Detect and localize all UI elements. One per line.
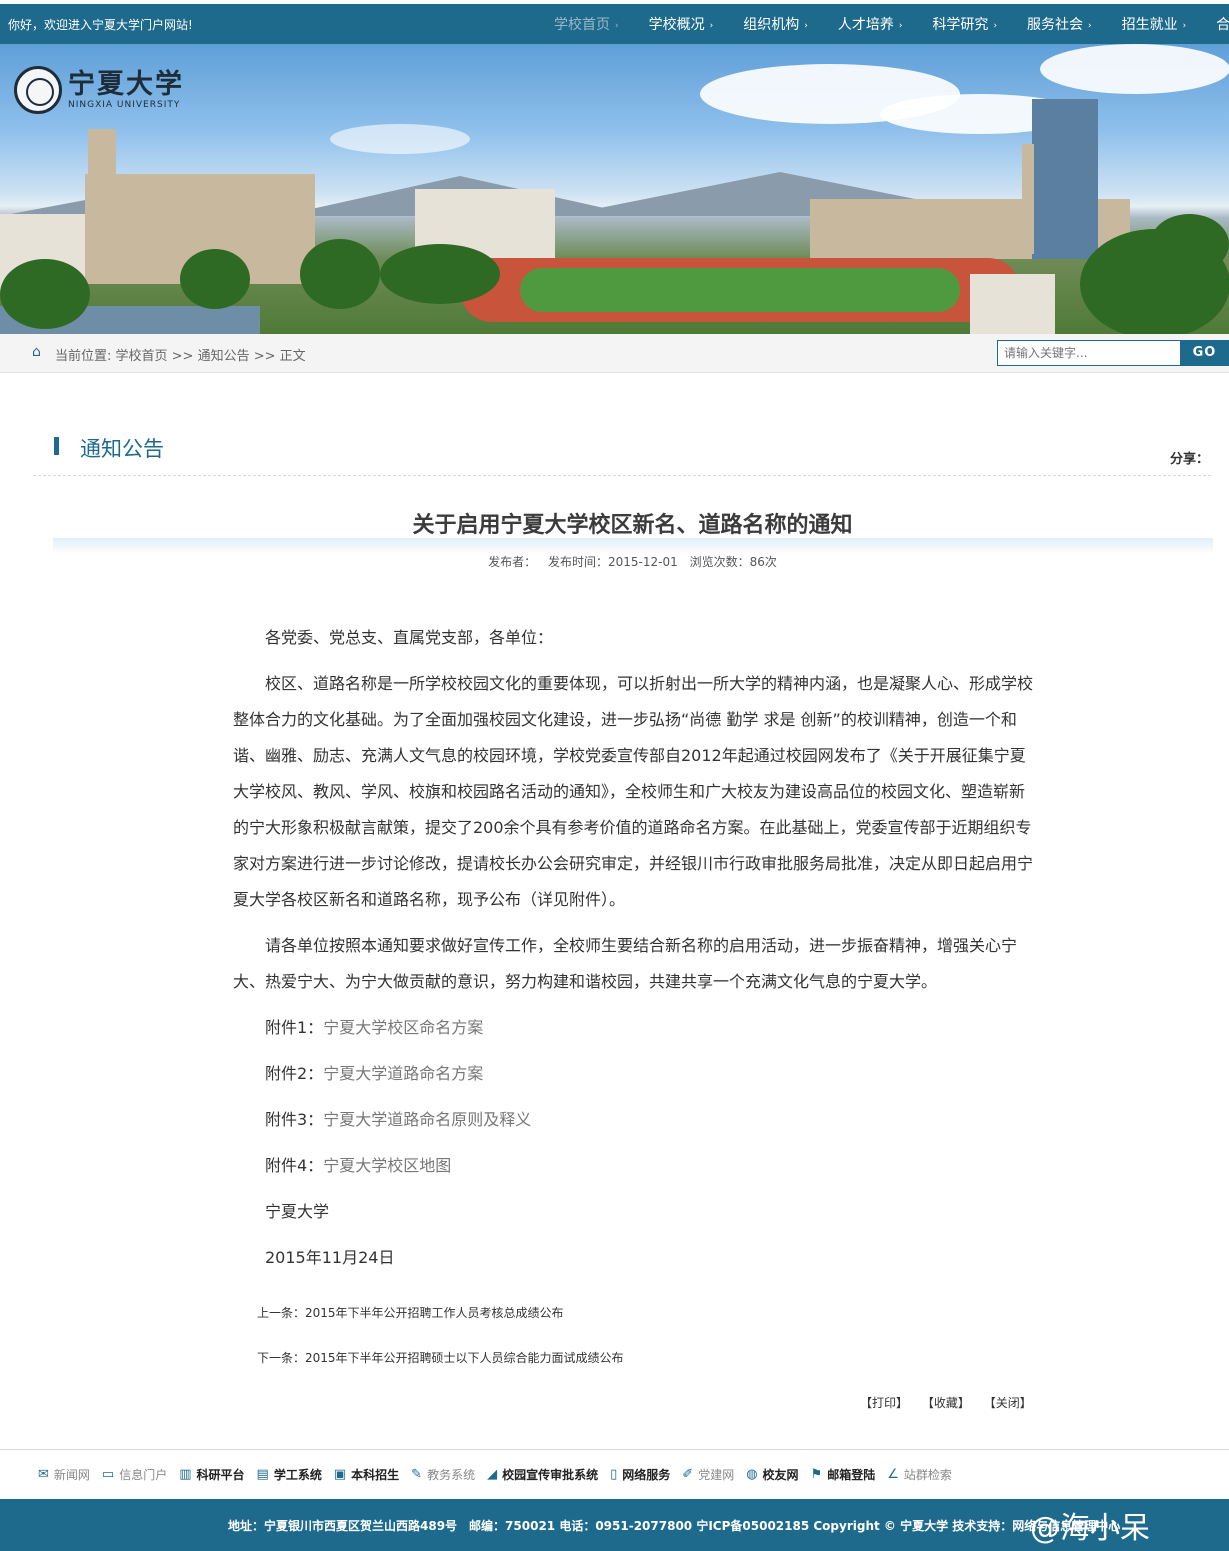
article-views: 浏览次数：86次: [689, 555, 777, 569]
footer-link-search[interactable]: ∠ 站群检索: [887, 1466, 952, 1483]
attachment-link[interactable]: 附件4：宁夏大学校区地图: [233, 1148, 1033, 1194]
footer-link-admissions[interactable]: ▣ 本科招生: [334, 1466, 399, 1483]
footer-link-mail[interactable]: ⚑ 邮箱登陆: [811, 1466, 876, 1483]
chevron-right-icon: ›: [993, 21, 998, 31]
footer-link-portal[interactable]: ▭ 信息门户: [102, 1466, 167, 1483]
footer: 地址：宁夏银川市西夏区贺兰山西路489号 邮编：750021 电话：0951-2…: [0, 1499, 1229, 1551]
chevron-right-icon: ›: [1182, 21, 1187, 31]
print-button[interactable]: 【打印】: [860, 1396, 908, 1410]
rss-icon: ◢: [487, 1467, 498, 1482]
article-publisher: 发布者：: [488, 555, 537, 569]
search-go-button[interactable]: GO: [1180, 340, 1229, 366]
article-signature: 宁夏大学: [265, 1202, 330, 1221]
chevron-right-icon: ›: [898, 21, 903, 31]
footer-link-publicity[interactable]: ◢ 校园宣传审批系统: [487, 1466, 598, 1483]
footer-link-research[interactable]: ▥ 科研平台: [179, 1466, 244, 1483]
footer-link-network[interactable]: ▯ 网络服务: [610, 1466, 670, 1483]
article-salutation: 各党委、党总支、直属党支部，各单位：: [265, 628, 554, 647]
monitor-icon: ▭: [101, 1467, 115, 1482]
books-icon: ▥: [179, 1467, 192, 1482]
mail-icon: ✉: [38, 1467, 49, 1482]
document-icon: ▤: [256, 1467, 269, 1482]
logo-english-name: NINGXIA UNIVERSITY: [68, 100, 181, 110]
article-title: 关于启用宁夏大学校区新名、道路名称的通知: [412, 513, 853, 538]
article-meta: 发布者： 发布时间：2015-12-01 浏览次数：86次: [0, 553, 1229, 570]
attachment-link[interactable]: 附件3：宁夏大学道路命名原则及释义: [233, 1102, 1033, 1148]
attachment-link[interactable]: 附件2：宁夏大学道路命名方案: [233, 1056, 1033, 1102]
footer-link-academic[interactable]: ✎ 教务系统: [411, 1466, 475, 1483]
attachment-link[interactable]: 附件1：宁夏大学校区命名方案: [233, 1010, 1033, 1056]
flag-icon: ⚑: [810, 1467, 823, 1482]
close-button[interactable]: 【关闭】: [984, 1396, 1032, 1410]
footer-link-alumni[interactable]: ◍ 校友网: [746, 1466, 798, 1483]
footer-link-party[interactable]: ✐ 党建网: [682, 1466, 734, 1483]
home-icon[interactable]: ⌂: [32, 344, 41, 360]
university-seal-icon: [14, 66, 62, 114]
article-date: 发布时间：2015-12-01: [547, 555, 678, 569]
pen-icon: ✐: [682, 1467, 694, 1482]
search-box: GO: [997, 340, 1229, 366]
nav-item-research[interactable]: 科学研究 ›: [926, 4, 1003, 44]
footer-divider: [0, 1449, 1229, 1450]
chevron-right-icon: ›: [615, 21, 619, 31]
top-bar: 你好，欢迎进入宁夏大学门户网站! 学校首页 › 学校概况 › 组织机构 › 人才培养 ›…: [0, 4, 1229, 44]
nav-item-organization[interactable]: 组织机构 ›: [737, 4, 814, 44]
footer-link-news[interactable]: ✉ 新闻网: [38, 1466, 90, 1483]
logo-chinese-name: 宁夏大学: [68, 69, 184, 100]
section-divider: [33, 475, 1211, 476]
article-body: 各党委、党总支、直属党支部，各单位： 校区、道路名称是一所学校校园文化的重要体现…: [233, 620, 1033, 1286]
campus-banner: 宁夏大学 NINGXIA UNIVERSITY: [0, 44, 1229, 334]
footer-links: ✉ 新闻网 ▭ 信息门户 ▥ 科研平台 ▤ 学工系统 ▣ 本科招生 ✎ 教务系统 ◢ 校园宣传…: [38, 1466, 964, 1483]
main-nav: 学校首页 › 学校概况 › 组织机构 › 人才培养 › 科学研究 › 服务社会 › 招生就业…: [548, 4, 1229, 44]
nav-item-service[interactable]: 服务社会 ›: [1021, 4, 1098, 44]
nav-item-admission[interactable]: 招生就业 ›: [1116, 4, 1193, 44]
edit-icon: ✎: [411, 1467, 423, 1482]
breadcrumb-path[interactable]: 学校首页 >> 通知公告 >> 正文: [116, 349, 306, 364]
nav-item-education[interactable]: 人才培养 ›: [832, 4, 909, 44]
university-logo[interactable]: 宁夏大学 NINGXIA UNIVERSITY: [14, 66, 184, 114]
phone-icon: ▯: [610, 1467, 618, 1482]
footer-link-student-affairs[interactable]: ▤ 学工系统: [257, 1466, 322, 1483]
screen-user-icon: ▣: [333, 1467, 347, 1482]
article-paragraph-2: 请各单位按照本通知要求做好宣传工作，全校师生要结合新名称的启用活动，进一步振奋精…: [233, 936, 1018, 991]
next-article-link[interactable]: 下一条：2015年下半年公开招聘硕士以下人员综合能力面试成绩公布: [257, 1349, 624, 1366]
nav-item-home[interactable]: 学校首页 ›: [548, 4, 625, 44]
prev-article-link[interactable]: 上一条：2015年下半年公开招聘工作人员考核总成绩公布: [257, 1304, 564, 1321]
footer-address: 地址：宁夏银川市西夏区贺兰山西路489号 邮编：750021 电话：0951-2…: [228, 1519, 1121, 1533]
chevron-right-icon: ›: [709, 21, 714, 31]
chart-icon: ∠: [887, 1467, 899, 1482]
favorite-button[interactable]: 【收藏】: [922, 1396, 970, 1410]
watermark: @海小呆: [1030, 1511, 1150, 1546]
chevron-right-icon: ›: [1088, 21, 1092, 31]
title-underline-shade: [53, 538, 1213, 554]
article-paragraph-1: 校区、道路名称是一所学校校园文化的重要体现，可以折射出一所大学的精神内涵，也是凝…: [233, 674, 1034, 909]
article-actions: 【打印】 【收藏】 【关闭】: [860, 1394, 1042, 1411]
section-title: 通知公告: [80, 437, 164, 461]
nav-item-cooperation[interactable]: 合作交流: [1210, 4, 1229, 44]
chevron-right-icon: ›: [804, 21, 808, 31]
welcome-text: 你好，欢迎进入宁夏大学门户网站!: [8, 18, 193, 32]
share-label: 分享：: [1170, 452, 1210, 467]
nav-item-overview[interactable]: 学校概况 ›: [643, 4, 720, 44]
search-input[interactable]: [997, 340, 1181, 366]
breadcrumb-label: 当前位置:: [55, 349, 112, 364]
globe-icon: ◍: [746, 1467, 758, 1482]
section-marker: [54, 437, 59, 455]
article-sign-date: 2015年11月24日: [265, 1248, 395, 1267]
